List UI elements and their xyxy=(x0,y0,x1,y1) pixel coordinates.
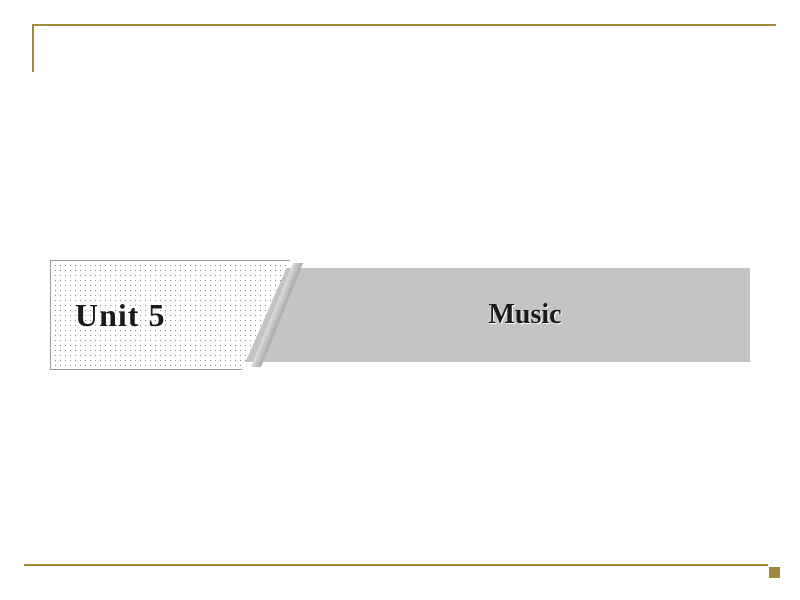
unit-label: Unit 5 xyxy=(75,297,165,334)
title-banner: Music Unit 5 xyxy=(50,260,750,370)
corner-square-icon xyxy=(769,567,780,578)
bottom-border xyxy=(24,564,768,566)
top-border-vertical xyxy=(32,24,34,72)
topic-bar: Music xyxy=(240,268,750,362)
topic-title: Music xyxy=(488,299,561,331)
top-border-horizontal xyxy=(32,24,776,26)
